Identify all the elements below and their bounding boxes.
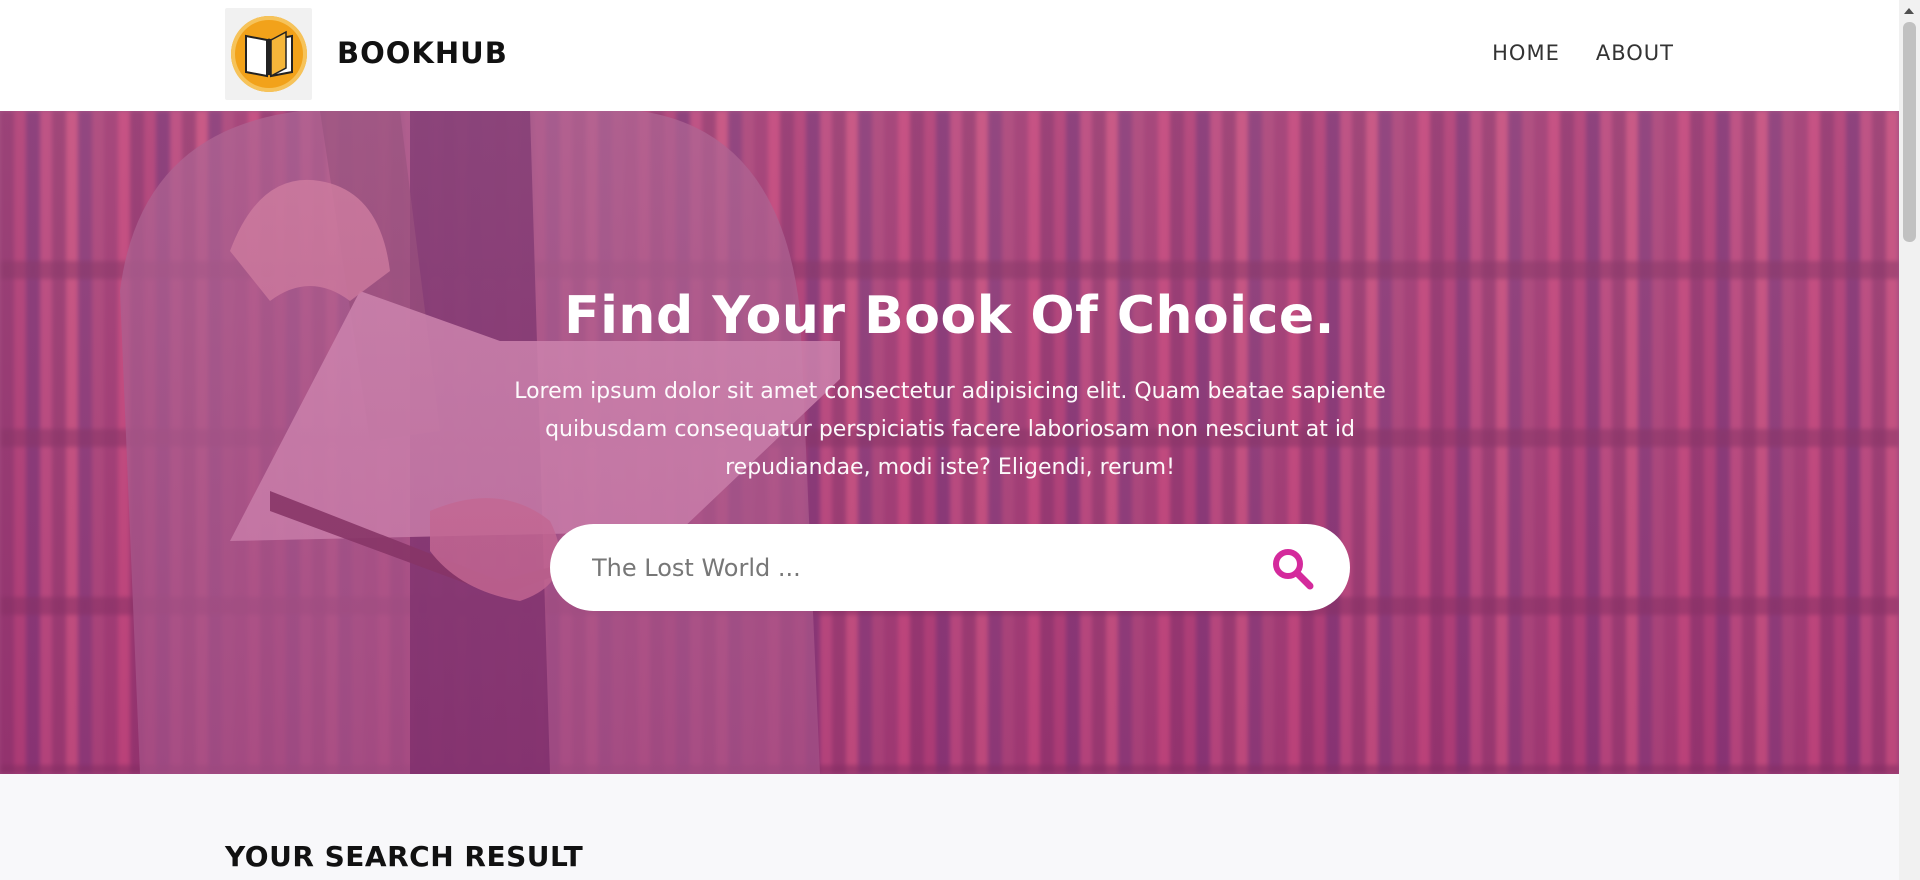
nav-link-home[interactable]: HOME <box>1492 41 1560 65</box>
page: BOOKHUB HOME ABOUT Find Your Book Of Cho… <box>0 0 1899 880</box>
main-nav: HOME ABOUT <box>1492 41 1674 65</box>
search-button[interactable] <box>1256 532 1328 604</box>
search-results-heading: YOUR SEARCH RESULT <box>225 840 584 873</box>
book-logo-icon <box>230 16 307 92</box>
scrollbar-thumb[interactable] <box>1903 22 1916 242</box>
search-bar <box>550 524 1350 611</box>
nav-link-about[interactable]: ABOUT <box>1596 41 1674 65</box>
brand-name[interactable]: BOOKHUB <box>337 36 508 72</box>
search-icon <box>1273 548 1314 589</box>
search-input[interactable] <box>550 524 1256 611</box>
hero-title: Find Your Book Of Choice. <box>564 286 1335 346</box>
hero-description: Lorem ipsum dolor sit amet consectetur a… <box>514 379 1386 480</box>
navbar: BOOKHUB HOME ABOUT <box>0 0 1899 111</box>
scroll-up-arrow-icon[interactable] <box>1904 8 1914 14</box>
scrollbar[interactable] <box>1899 0 1920 880</box>
hero-section: Find Your Book Of Choice. Lorem ipsum do… <box>0 111 1899 774</box>
logo[interactable] <box>225 8 312 100</box>
